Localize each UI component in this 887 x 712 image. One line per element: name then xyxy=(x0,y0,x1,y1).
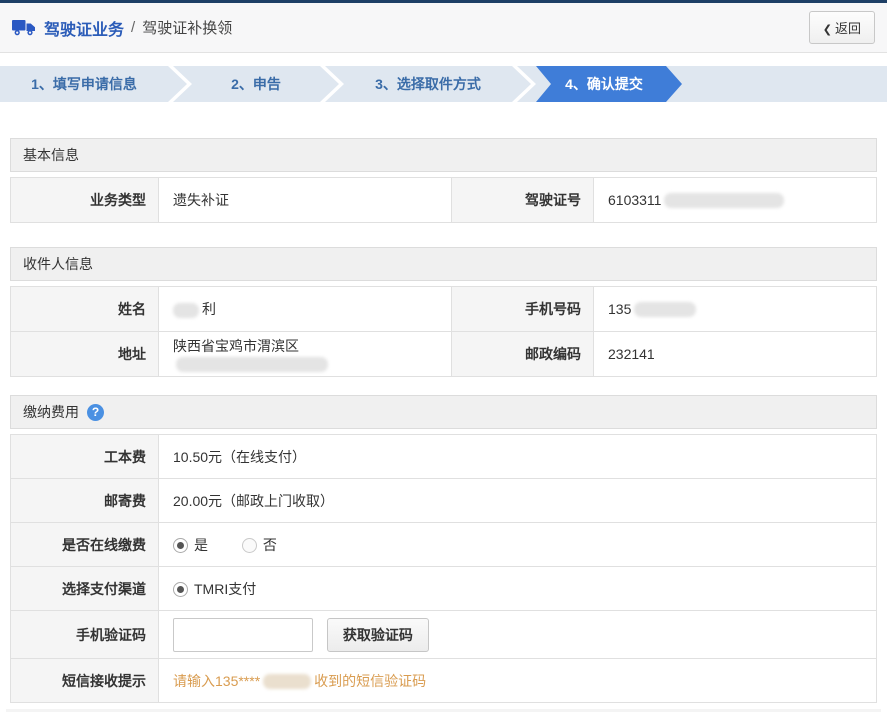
sms-code-cell: 获取验证码 xyxy=(159,611,877,659)
question-mark-icon[interactable]: ? xyxy=(87,404,104,421)
radio-option-yes[interactable]: 是 xyxy=(173,537,208,553)
tab-step-4-confirm-submit[interactable]: 4、确认提交 xyxy=(536,66,682,102)
tab-step-1-fill-application[interactable]: 1、填写申请信息 xyxy=(0,66,168,102)
radio-option-tmri[interactable]: TMRI支付 xyxy=(173,581,256,597)
main-content: 基本信息 业务类型 遗失补证 驾驶证号 6103311 收件人信息 姓名 利 手… xyxy=(0,102,887,703)
section-title: 收件人信息 xyxy=(23,248,93,280)
address-label: 地址 xyxy=(11,332,159,377)
section-header-recipient-info: 收件人信息 xyxy=(10,247,877,281)
breadcrumb-separator: / xyxy=(131,19,135,36)
table-row: 选择支付渠道 TMRI支付 xyxy=(11,567,877,611)
sms-hint-label: 短信接收提示 xyxy=(11,659,159,703)
chevron-separator-icon xyxy=(320,66,344,102)
redacted-blur xyxy=(634,302,696,317)
phone-label: 手机号码 xyxy=(452,287,594,332)
sms-hint-value: 请输入135****收到的短信验证码 xyxy=(159,659,877,703)
chevron-separator-icon xyxy=(512,66,536,102)
payment-channel-options: TMRI支付 xyxy=(159,567,877,611)
online-payment-options: 是 否 xyxy=(159,523,877,567)
phone-value: 135 xyxy=(594,287,877,332)
table-row: 短信接收提示 请输入135****收到的短信验证码 xyxy=(11,659,877,703)
redacted-blur xyxy=(173,303,199,318)
payment-table: 工本费 10.50元（在线支付） 邮寄费 20.00元（邮政上门收取） 是否在线… xyxy=(10,434,877,703)
table-row: 邮寄费 20.00元（邮政上门收取） xyxy=(11,479,877,523)
chevron-separator-icon xyxy=(168,66,192,102)
license-number-label: 驾驶证号 xyxy=(452,178,594,223)
production-fee-label: 工本费 xyxy=(11,435,159,479)
redacted-blur xyxy=(263,674,311,689)
table-row: 姓名 利 手机号码 135 xyxy=(11,287,877,332)
basic-info-table: 业务类型 遗失补证 驾驶证号 6103311 xyxy=(10,177,877,223)
truck-icon xyxy=(12,19,36,36)
tab-step-2-declare[interactable]: 2、申告 xyxy=(192,66,320,102)
radio-selected-icon[interactable] xyxy=(173,582,188,597)
section-header-payment-fees: 缴纳费用 ? xyxy=(10,395,877,429)
business-type-value: 遗失补证 xyxy=(159,178,452,223)
radio-option-no[interactable]: 否 xyxy=(242,537,277,553)
table-row: 地址 陕西省宝鸡市渭滨区 邮政编码 232141 xyxy=(11,332,877,377)
sms-code-input[interactable] xyxy=(173,618,313,652)
production-fee-value: 10.50元（在线支付） xyxy=(159,435,877,479)
zip-value: 232141 xyxy=(594,332,877,377)
radio-unselected-icon[interactable] xyxy=(242,538,257,553)
postage-fee-label: 邮寄费 xyxy=(11,479,159,523)
name-label: 姓名 xyxy=(11,287,159,332)
back-button[interactable]: ❮返回 xyxy=(809,11,875,44)
back-button-label: 返回 xyxy=(835,21,861,36)
sms-code-label: 手机验证码 xyxy=(11,611,159,659)
name-value: 利 xyxy=(159,287,452,332)
breadcrumb-current: 驾驶证补换领 xyxy=(142,17,232,38)
license-number-value: 6103311 xyxy=(594,178,877,223)
page-header: 驾驶证业务 / 驾驶证补换领 ❮返回 xyxy=(0,3,887,53)
redacted-blur xyxy=(176,357,328,372)
postage-fee-value: 20.00元（邮政上门收取） xyxy=(159,479,877,523)
payment-channel-label: 选择支付渠道 xyxy=(11,567,159,611)
zip-label: 邮政编码 xyxy=(452,332,594,377)
get-code-button[interactable]: 获取验证码 xyxy=(327,618,429,652)
section-header-basic-info: 基本信息 xyxy=(10,138,877,172)
tab-step-3-pickup-method[interactable]: 3、选择取件方式 xyxy=(344,66,512,102)
page-title: 驾驶证业务 xyxy=(44,16,124,40)
online-payment-label: 是否在线缴费 xyxy=(11,523,159,567)
wizard-step-bar: 1、填写申请信息 2、申告 3、选择取件方式 4、确认提交 xyxy=(0,66,887,102)
table-row: 工本费 10.50元（在线支付） xyxy=(11,435,877,479)
section-title: 缴纳费用 xyxy=(23,396,79,428)
business-type-label: 业务类型 xyxy=(11,178,159,223)
radio-selected-icon[interactable] xyxy=(173,538,188,553)
address-value: 陕西省宝鸡市渭滨区 xyxy=(159,332,452,377)
table-row: 手机验证码 获取验证码 xyxy=(11,611,877,659)
section-title: 基本信息 xyxy=(23,139,79,171)
table-row: 是否在线缴费 是 否 xyxy=(11,523,877,567)
recipient-info-table: 姓名 利 手机号码 135 地址 陕西省宝鸡市渭滨区 邮政编码 232141 xyxy=(10,286,877,377)
back-chevron-icon: ❮ xyxy=(823,24,832,36)
redacted-blur xyxy=(664,193,784,208)
table-row: 业务类型 遗失补证 驾驶证号 6103311 xyxy=(11,178,877,223)
